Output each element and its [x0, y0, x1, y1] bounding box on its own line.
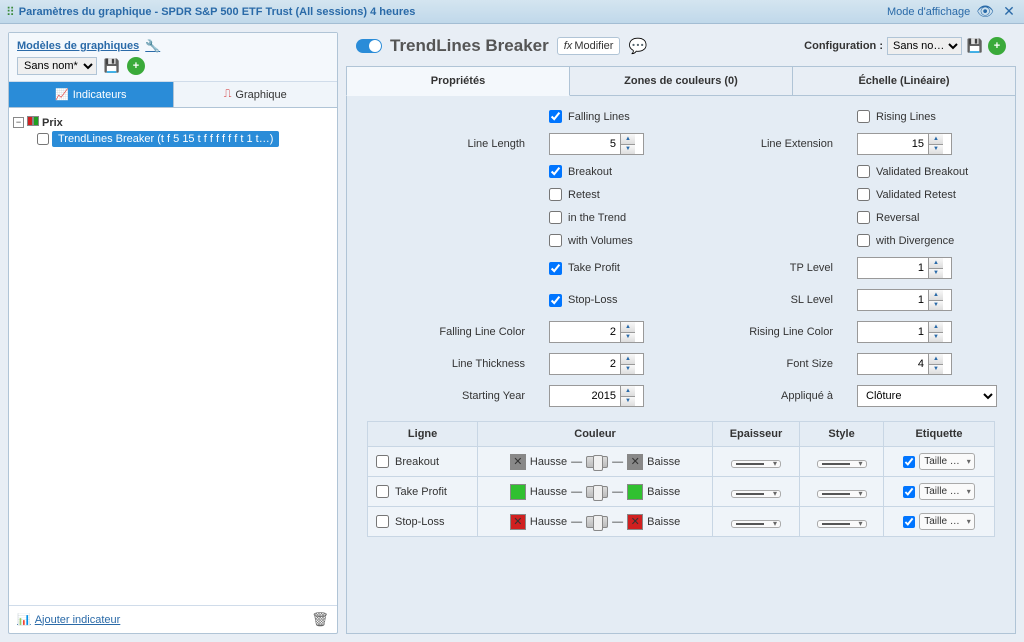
- config-select[interactable]: Sans no…: [887, 37, 962, 55]
- falling-color-input[interactable]: ▲▼: [549, 321, 644, 343]
- add-template-button[interactable]: +: [127, 57, 145, 75]
- style-row-breakout: Breakout ✕Hausse — — ✕Baisse Taille …: [368, 447, 995, 477]
- content-panel: TrendLines Breaker fxModifier 💬 Configur…: [346, 32, 1016, 634]
- style-table: Ligne Couleur Epaisseur Style Etiquette …: [367, 421, 995, 537]
- close-button[interactable]: ✕: [1000, 3, 1018, 21]
- reversal-check[interactable]: [857, 211, 870, 224]
- modify-button[interactable]: fxModifier: [557, 37, 621, 55]
- save-icon[interactable]: 💾: [103, 57, 121, 75]
- tree-child-checkbox[interactable]: [37, 133, 49, 145]
- sl-slider[interactable]: [586, 516, 608, 528]
- breakout-label-check[interactable]: [903, 456, 915, 468]
- breakout-up-color[interactable]: ✕: [510, 454, 526, 470]
- tab-color-zones[interactable]: Zones de couleurs (0): [570, 66, 793, 96]
- tree-collapse[interactable]: −: [13, 117, 24, 128]
- wrench-icon[interactable]: 🔧: [145, 39, 160, 53]
- tree-root-label[interactable]: Prix: [42, 117, 63, 129]
- tree-child-trendlines[interactable]: TrendLines Breaker (t f 5 15 t f f f f f…: [37, 131, 333, 147]
- trash-icon[interactable]: 🗑: [311, 611, 329, 628]
- with-divergence-check[interactable]: [857, 234, 870, 247]
- sl-thickness-select[interactable]: [731, 520, 781, 528]
- with-volumes-check[interactable]: [549, 234, 562, 247]
- start-year-input[interactable]: ▲▼: [549, 385, 644, 407]
- add-indicator-icon: 📊: [17, 613, 31, 626]
- sidebar-title: Modèles de graphiques 🔧: [17, 39, 329, 53]
- breakout-slider[interactable]: [586, 456, 608, 468]
- sl-label-check[interactable]: [903, 516, 915, 528]
- tab-scale[interactable]: Échelle (Linéaire): [793, 66, 1016, 96]
- breakout-thickness-select[interactable]: [731, 460, 781, 468]
- comment-icon[interactable]: 💬: [628, 37, 647, 55]
- tree-child-label[interactable]: TrendLines Breaker (t f 5 15 t f f f f f…: [52, 131, 279, 147]
- chart-line-icon: 📈: [55, 88, 69, 101]
- rising-lines-check[interactable]: [857, 110, 870, 123]
- line-extension-input[interactable]: ▲▼: [857, 133, 952, 155]
- font-size-input[interactable]: ▲▼: [857, 353, 952, 375]
- add-config-button[interactable]: +: [988, 37, 1006, 55]
- display-mode-icon[interactable]: 👁: [976, 3, 994, 20]
- candles-icon: ⎍: [224, 88, 232, 101]
- breakout-down-color[interactable]: ✕: [627, 454, 643, 470]
- tab-graphique[interactable]: ⎍ Graphique: [174, 82, 338, 107]
- titlebar: ⠿ Paramètres du graphique - SPDR S&P 500…: [0, 0, 1024, 24]
- spin-down[interactable]: ▼: [621, 145, 635, 155]
- retest-check[interactable]: [549, 188, 562, 201]
- spin-up[interactable]: ▲: [621, 134, 635, 145]
- window-title: Paramètres du graphique - SPDR S&P 500 E…: [19, 6, 887, 18]
- display-mode-label: Mode d'affichage: [887, 6, 970, 18]
- sl-style-select[interactable]: [817, 520, 867, 528]
- style-sl-check[interactable]: [376, 515, 389, 528]
- style-tp-check[interactable]: [376, 485, 389, 498]
- config-label: Configuration :: [804, 40, 883, 52]
- sl-level-input[interactable]: ▲▼: [857, 289, 952, 311]
- applied-to-select[interactable]: Clôture: [857, 385, 997, 407]
- tp-label-check[interactable]: [903, 486, 915, 498]
- thickness-input[interactable]: ▲▼: [549, 353, 644, 375]
- add-indicator-link[interactable]: 📊 Ajouter indicateur: [17, 613, 120, 626]
- breakout-check[interactable]: [549, 165, 562, 178]
- style-row-takeprofit: Take Profit Hausse — — Baisse Taille …: [368, 477, 995, 507]
- tp-level-input[interactable]: ▲▼: [857, 257, 952, 279]
- indicator-enable-toggle[interactable]: [356, 39, 382, 53]
- tab-properties[interactable]: Propriétés: [346, 66, 570, 96]
- falling-lines-check[interactable]: [549, 110, 562, 123]
- in-trend-check[interactable]: [549, 211, 562, 224]
- sl-up-color[interactable]: ✕: [510, 514, 526, 530]
- tp-down-color[interactable]: [627, 484, 643, 500]
- tab-indicators[interactable]: 📈 Indicateurs: [9, 82, 174, 107]
- breakout-label-select[interactable]: Taille …: [919, 453, 975, 470]
- app-icon: ⠿: [6, 5, 15, 19]
- validated-retest-check[interactable]: [857, 188, 870, 201]
- tp-style-select[interactable]: [817, 490, 867, 498]
- stop-loss-check[interactable]: [549, 294, 562, 307]
- indicator-tree: − Prix TrendLines Breaker (t f 5 15 t f …: [9, 108, 337, 605]
- validated-breakout-check[interactable]: [857, 165, 870, 178]
- tp-thickness-select[interactable]: [731, 490, 781, 498]
- tp-label-select[interactable]: Taille …: [919, 483, 975, 500]
- indicator-name: TrendLines Breaker: [390, 36, 549, 56]
- tp-up-color[interactable]: [510, 484, 526, 500]
- tp-slider[interactable]: [586, 486, 608, 498]
- rising-color-input[interactable]: ▲▼: [857, 321, 952, 343]
- prix-icon: [27, 116, 39, 129]
- sl-label-select[interactable]: Taille …: [919, 513, 975, 530]
- style-row-stoploss: Stop-Loss ✕Hausse — — ✕Baisse Taille …: [368, 507, 995, 537]
- sidebar: Modèles de graphiques 🔧 Sans nom* 💾 + 📈 …: [8, 32, 338, 634]
- take-profit-check[interactable]: [549, 262, 562, 275]
- save-config-icon[interactable]: 💾: [966, 37, 984, 55]
- line-length-input[interactable]: ▲▼: [549, 133, 644, 155]
- template-select[interactable]: Sans nom*: [17, 57, 97, 75]
- sl-down-color[interactable]: ✕: [627, 514, 643, 530]
- style-breakout-check[interactable]: [376, 455, 389, 468]
- breakout-style-select[interactable]: [817, 460, 867, 468]
